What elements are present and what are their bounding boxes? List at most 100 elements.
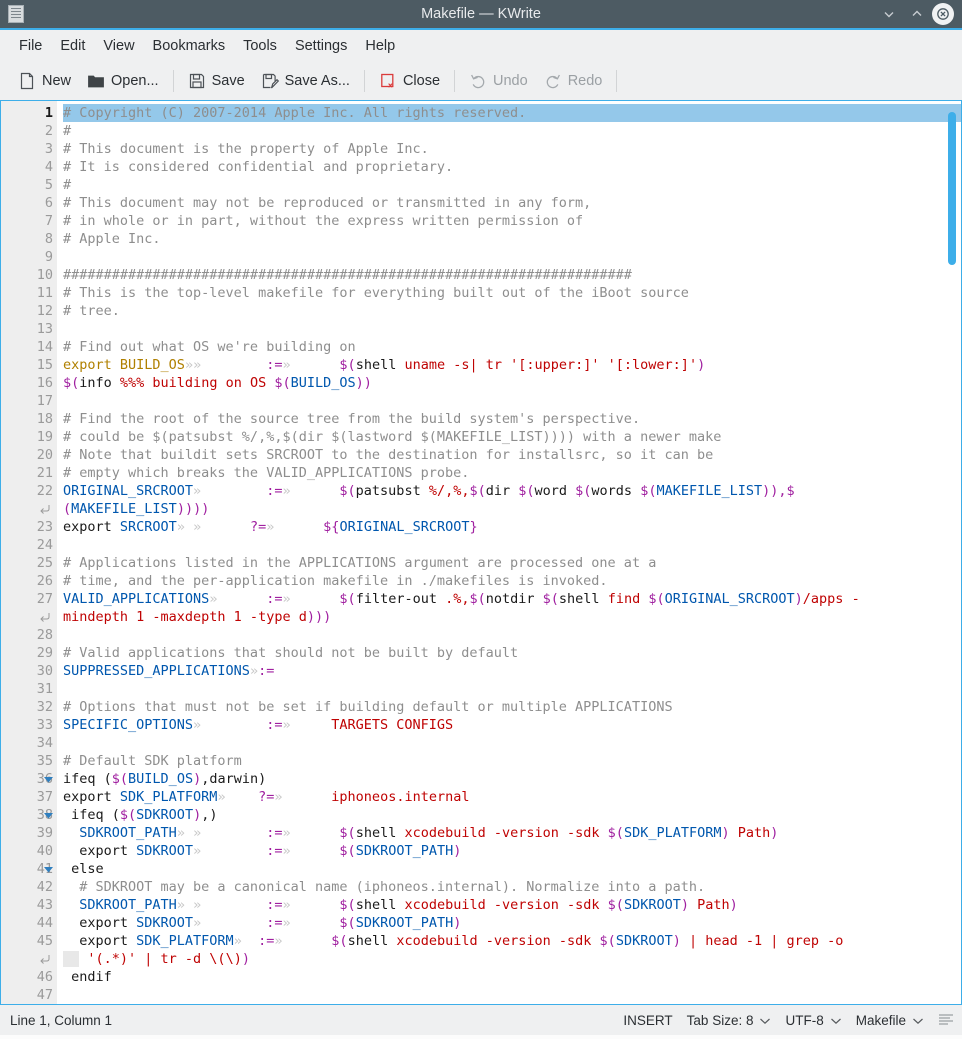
line-number-14[interactable]: 14 (1, 338, 57, 356)
line-number-5[interactable]: 5 (1, 176, 57, 194)
code-line[interactable]: VALID_APPLICATIONS» :=» $(filter-out .%,… (63, 590, 961, 608)
line-number-3[interactable]: 3 (1, 140, 57, 158)
save-as-button[interactable]: Save As... (253, 68, 358, 94)
code-area[interactable]: # Copyright (C) 2007-2014 Apple Inc. All… (57, 101, 961, 1004)
minimize-button[interactable] (876, 1, 902, 27)
menu-edit[interactable]: Edit (51, 34, 94, 58)
line-number-22[interactable]: 22 (1, 482, 57, 500)
code-line[interactable]: SDKROOT_PATH» » :=» $(shell xcodebuild -… (63, 824, 961, 842)
line-number-42[interactable]: 42 (1, 878, 57, 896)
menu-tools[interactable]: Tools (234, 34, 286, 58)
open-button[interactable]: Open... (79, 68, 167, 94)
code-line[interactable]: export SDKROOT» :=» $(SDKROOT_PATH) (63, 914, 961, 932)
code-line[interactable] (63, 320, 961, 338)
code-line[interactable]: # It is considered confidential and prop… (63, 158, 961, 176)
code-line[interactable]: $(info %%% building on OS $(BUILD_OS)) (63, 374, 961, 392)
line-number-34[interactable]: 34 (1, 734, 57, 752)
syntax-mode-selector[interactable]: Makefile (856, 1013, 924, 1028)
line-number-15[interactable]: 15 (1, 356, 57, 374)
code-line[interactable]: # SDKROOT may be a canonical name (iphon… (63, 878, 961, 896)
code-line[interactable]: else (63, 860, 961, 878)
line-number-7[interactable]: 7 (1, 212, 57, 230)
code-line[interactable]: ifeq ($(SDKROOT),) (63, 806, 961, 824)
code-line[interactable]: # Find the root of the source tree from … (63, 410, 961, 428)
code-line[interactable] (63, 248, 961, 266)
code-line[interactable]: export SRCROOT» » ?=» ${ORIGINAL_SRCROOT… (63, 518, 961, 536)
line-number-17[interactable]: 17 (1, 392, 57, 410)
line-number-36[interactable]: 36 (1, 770, 57, 788)
maximize-button[interactable] (904, 1, 930, 27)
line-number-16[interactable]: 16 (1, 374, 57, 392)
line-number-31[interactable]: 31 (1, 680, 57, 698)
code-line[interactable]: # Default SDK platform (63, 752, 961, 770)
code-line[interactable]: mindepth 1 -maxdepth 1 -type d))) (63, 608, 961, 626)
line-number-4[interactable]: 4 (1, 158, 57, 176)
line-number-38[interactable]: 38 (1, 806, 57, 824)
code-line[interactable]: # Apple Inc. (63, 230, 961, 248)
line-number-39[interactable]: 39 (1, 824, 57, 842)
line-number-30[interactable]: 30 (1, 662, 57, 680)
word-wrap-icon[interactable] (938, 1013, 954, 1027)
line-number-21[interactable]: 21 (1, 464, 57, 482)
line-number-11[interactable]: 11 (1, 284, 57, 302)
code-line[interactable]: # empty which breaks the VALID_APPLICATI… (63, 464, 961, 482)
line-number-46[interactable]: 46 (1, 968, 57, 986)
code-line[interactable]: export BUILD_OS»» :=» $(shell uname -s| … (63, 356, 961, 374)
line-number-28[interactable]: 28 (1, 626, 57, 644)
text-editor[interactable]: 1 2 3 4 5 6 7 8 9 10 11 12 13 14 15 16 17 18 19 20 21 22 23 24 2… (0, 100, 962, 1005)
code-line[interactable] (63, 680, 961, 698)
line-number-45[interactable]: 45 (1, 932, 57, 950)
line-number-40[interactable]: 40 (1, 842, 57, 860)
menu-bookmarks[interactable]: Bookmarks (144, 34, 235, 58)
close-document-button[interactable]: Close (371, 68, 448, 94)
fold-triangle-icon[interactable] (41, 806, 55, 824)
line-number-gutter[interactable]: 1 2 3 4 5 6 7 8 9 10 11 12 13 14 15 16 17 18 19 20 21 22 23 24 2… (1, 101, 57, 1004)
line-number-18[interactable]: 18 (1, 410, 57, 428)
code-line[interactable]: # Find out what OS we're building on (63, 338, 961, 356)
code-line[interactable]: # in whole or in part, without the expre… (63, 212, 961, 230)
code-line[interactable]: ifeq ($(BUILD_OS),darwin) (63, 770, 961, 788)
tab-size-selector[interactable]: Tab Size: 8 (687, 1013, 772, 1028)
line-number-24[interactable]: 24 (1, 536, 57, 554)
close-button[interactable] (932, 3, 954, 25)
code-line[interactable]: # Copyright (C) 2007-2014 Apple Inc. All… (63, 104, 961, 122)
encoding-selector[interactable]: UTF-8 (785, 1013, 841, 1028)
code-line[interactable]: # This document may not be reproduced or… (63, 194, 961, 212)
line-number-44[interactable]: 44 (1, 914, 57, 932)
line-number-8[interactable]: 8 (1, 230, 57, 248)
code-line[interactable] (63, 986, 961, 1004)
line-number-10[interactable]: 10 (1, 266, 57, 284)
menu-file[interactable]: File (10, 34, 51, 58)
code-line[interactable]: # (63, 176, 961, 194)
line-number-6[interactable]: 6 (1, 194, 57, 212)
wrapped-line-marker[interactable] (1, 950, 57, 968)
code-line[interactable]: ORIGINAL_SRCROOT» :=» $(patsubst %/,%,$(… (63, 482, 961, 500)
line-number-37[interactable]: 37 (1, 788, 57, 806)
code-line[interactable]: SPECIFIC_OPTIONS» :=» TARGETS CONFIGS (63, 716, 961, 734)
code-line[interactable] (63, 626, 961, 644)
window-titlebar[interactable]: Makefile — KWrite (0, 0, 962, 28)
code-line[interactable]: # Applications listed in the APPLICATION… (63, 554, 961, 572)
code-line[interactable]: # This is the top-level makefile for eve… (63, 284, 961, 302)
menu-settings[interactable]: Settings (286, 34, 356, 58)
scrollbar-thumb[interactable] (948, 111, 956, 265)
line-number-20[interactable]: 20 (1, 446, 57, 464)
code-line[interactable]: # time, and the per-application makefile… (63, 572, 961, 590)
wrapped-line-marker[interactable] (1, 608, 57, 626)
insert-mode-indicator[interactable]: INSERT (623, 1013, 672, 1028)
line-number-12[interactable]: 12 (1, 302, 57, 320)
line-number-33[interactable]: 33 (1, 716, 57, 734)
code-line[interactable]: SDKROOT_PATH» » :=» $(shell xcodebuild -… (63, 896, 961, 914)
line-number-1[interactable]: 1 (1, 104, 57, 122)
line-number-26[interactable]: 26 (1, 572, 57, 590)
menu-view[interactable]: View (94, 34, 143, 58)
code-line[interactable]: # Options that must not be set if buildi… (63, 698, 961, 716)
code-line[interactable]: endif (63, 968, 961, 986)
code-line[interactable]: # could be $(patsubst %/,%,$(dir $(lastw… (63, 428, 961, 446)
menu-help[interactable]: Help (356, 34, 404, 58)
code-line[interactable] (63, 536, 961, 554)
line-number-27[interactable]: 27 (1, 590, 57, 608)
line-number-9[interactable]: 9 (1, 248, 57, 266)
line-number-43[interactable]: 43 (1, 896, 57, 914)
code-line[interactable] (63, 734, 961, 752)
